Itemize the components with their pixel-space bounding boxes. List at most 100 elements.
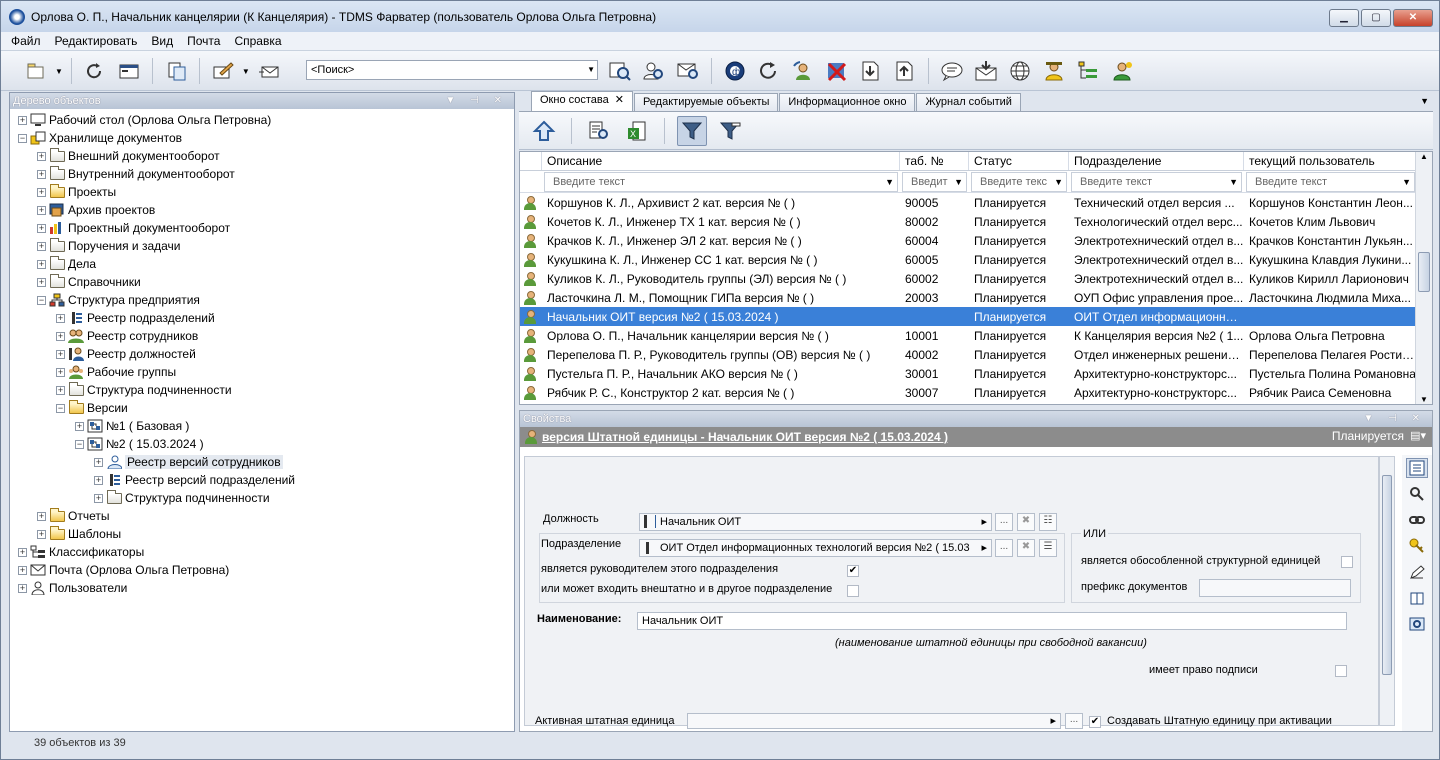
expand-icon[interactable]: + xyxy=(18,583,27,593)
tree-item[interactable]: − Структура предприятия xyxy=(10,291,514,309)
grid-scrollbar[interactable]: ▲ ▼ xyxy=(1415,152,1432,404)
expand-icon[interactable]: + xyxy=(37,511,46,521)
tree-item[interactable]: + Реестр версий подразделений xyxy=(10,471,514,489)
status-menu-icon[interactable]: ▤▾ xyxy=(1410,429,1426,442)
department-arrow-icon[interactable]: ▸ xyxy=(979,540,987,556)
window-icon[interactable] xyxy=(114,56,144,86)
tree-item[interactable]: + Пользователи xyxy=(10,579,514,597)
tree-item[interactable]: + Рабочие группы xyxy=(10,363,514,381)
expand-icon[interactable]: + xyxy=(37,529,46,539)
find-in-list-icon[interactable] xyxy=(584,116,614,146)
collapse-icon[interactable]: − xyxy=(18,133,27,143)
expand-icon[interactable]: + xyxy=(37,205,46,215)
expand-icon[interactable]: + xyxy=(37,169,46,179)
tree-item[interactable]: + Внутренний документооборот xyxy=(10,165,514,183)
up-level-icon[interactable] xyxy=(529,116,559,146)
sync-users-icon[interactable] xyxy=(788,56,818,86)
app-logo-icon[interactable]: ф xyxy=(720,56,750,86)
filter-tab-number[interactable]: Введит ▼ xyxy=(902,172,967,192)
table-row[interactable]: Пустельга П. Р., Начальник АКО версия № … xyxy=(520,364,1432,383)
object-title-link[interactable]: версия Штатной единицы - Начальник ОИТ в… xyxy=(542,430,948,444)
expand-icon[interactable]: + xyxy=(37,259,46,269)
column-department[interactable]: Подразделение xyxy=(1069,152,1244,170)
tree-item[interactable]: + Внешний документооборот xyxy=(10,147,514,165)
table-row[interactable]: Рябчик Р. С., Конструктор 2 кат. версия … xyxy=(520,383,1432,402)
tree-item[interactable]: + Дела xyxy=(10,255,514,273)
edit-icon[interactable] xyxy=(1406,562,1428,582)
reload-icon[interactable] xyxy=(754,56,784,86)
tree-item[interactable]: + Архив проектов xyxy=(10,201,514,219)
tree-item[interactable]: + Структура подчиненности xyxy=(10,381,514,399)
form-view-icon[interactable] xyxy=(1406,458,1428,478)
tree-item[interactable]: + Классификаторы xyxy=(10,543,514,561)
expand-icon[interactable]: + xyxy=(56,385,65,395)
new-dropdown-icon[interactable]: ▼ xyxy=(55,67,63,76)
collapse-icon[interactable]: − xyxy=(75,439,84,449)
maximize-button[interactable]: ▢ xyxy=(1361,9,1391,27)
tree-item[interactable]: + Справочники xyxy=(10,273,514,291)
expand-icon[interactable]: + xyxy=(94,457,103,467)
find-object-icon[interactable] xyxy=(605,56,635,86)
table-row[interactable]: Коршунов К. Л., Архивист 2 кат. версия №… xyxy=(520,193,1432,212)
expand-icon[interactable]: + xyxy=(37,151,46,161)
import-doc-icon[interactable] xyxy=(856,56,886,86)
tree-item[interactable]: − №2 ( 15.03.2024 ) xyxy=(10,435,514,453)
expand-icon[interactable]: + xyxy=(18,115,27,125)
search-icon[interactable] xyxy=(1406,484,1428,504)
tab-info-window[interactable]: Информационное окно xyxy=(779,93,916,111)
table-row[interactable]: Ласточкина Л. М., Помощник ГИПа версия №… xyxy=(520,288,1432,307)
messages-icon[interactable] xyxy=(937,56,967,86)
tree-item[interactable]: + №1 ( Базовая ) xyxy=(10,417,514,435)
expand-icon[interactable]: + xyxy=(37,241,46,251)
filter-dropdown-icon[interactable]: ▼ xyxy=(1229,173,1238,191)
delete-structure-icon[interactable] xyxy=(822,56,852,86)
position-browse-button[interactable]: ... xyxy=(995,513,1013,531)
tree-item[interactable]: + Структура подчиненности xyxy=(10,489,514,507)
expand-icon[interactable]: + xyxy=(56,313,65,323)
expand-icon[interactable]: + xyxy=(56,367,65,377)
find-mail-icon[interactable] xyxy=(673,56,703,86)
scroll-up-icon[interactable]: ▲ xyxy=(1416,152,1432,161)
minimize-button[interactable]: ▁ xyxy=(1329,9,1359,27)
department-clear-icon[interactable]: ✖ xyxy=(1017,539,1035,557)
mail-dropdown-icon[interactable]: ▼ xyxy=(242,67,250,76)
collapse-icon[interactable]: − xyxy=(56,403,65,413)
expand-icon[interactable]: + xyxy=(37,223,46,233)
tab-composition[interactable]: Окно состава ✕ xyxy=(531,91,633,111)
filter-status[interactable]: Введите текс ▼ xyxy=(971,172,1067,192)
expand-icon[interactable]: + xyxy=(94,475,103,485)
column-current-user[interactable]: текущий пользователь xyxy=(1244,152,1417,170)
scroll-thumb[interactable] xyxy=(1418,252,1430,292)
user-admin-icon[interactable] xyxy=(1039,56,1069,86)
menu-file[interactable]: Файл xyxy=(11,34,41,48)
expand-icon[interactable]: + xyxy=(37,277,46,287)
user-settings-icon[interactable] xyxy=(1107,56,1137,86)
find-user-icon[interactable] xyxy=(639,56,669,86)
collapse-icon[interactable]: − xyxy=(37,295,46,305)
separate-unit-checkbox[interactable] xyxy=(1341,556,1353,568)
refresh-icon[interactable] xyxy=(80,56,110,86)
filter-department[interactable]: Введите текст ▼ xyxy=(1071,172,1242,192)
active-unit-browse-button[interactable]: ... xyxy=(1065,713,1083,729)
menu-mail[interactable]: Почта xyxy=(187,34,220,48)
expand-icon[interactable]: + xyxy=(18,547,27,557)
filter-icon[interactable] xyxy=(677,115,707,146)
inbox-icon[interactable] xyxy=(971,56,1001,86)
expand-icon[interactable]: + xyxy=(94,493,103,503)
copy-structure-icon[interactable] xyxy=(161,56,191,86)
tab-edited-objects[interactable]: Редактируемые объекты xyxy=(633,93,779,111)
filter-current-user[interactable]: Введите текст ▼ xyxy=(1246,172,1415,192)
table-row[interactable]: Куликов К. Л., Руководитель группы (ЭЛ) … xyxy=(520,269,1432,288)
extra-dept-checkbox[interactable] xyxy=(847,585,859,597)
export-doc-icon[interactable] xyxy=(890,56,920,86)
is-head-checkbox[interactable]: ✔ xyxy=(847,565,859,577)
tree-item[interactable]: + Рабочий стол (Орлова Ольга Петровна) xyxy=(10,111,514,129)
expand-icon[interactable]: + xyxy=(37,187,46,197)
expand-icon[interactable]: + xyxy=(75,421,84,431)
expand-icon[interactable]: + xyxy=(56,331,65,341)
department-field[interactable]: ОИТ Отдел информационных технологий верс… xyxy=(639,539,992,557)
tabs-dropdown-icon[interactable]: ▼ xyxy=(1420,96,1429,106)
tree-item[interactable]: + Почта (Орлова Ольга Петровна) xyxy=(10,561,514,579)
tree-item[interactable]: + Реестр должностей xyxy=(10,345,514,363)
filter-description[interactable]: Введите текст ▼ xyxy=(544,172,898,192)
